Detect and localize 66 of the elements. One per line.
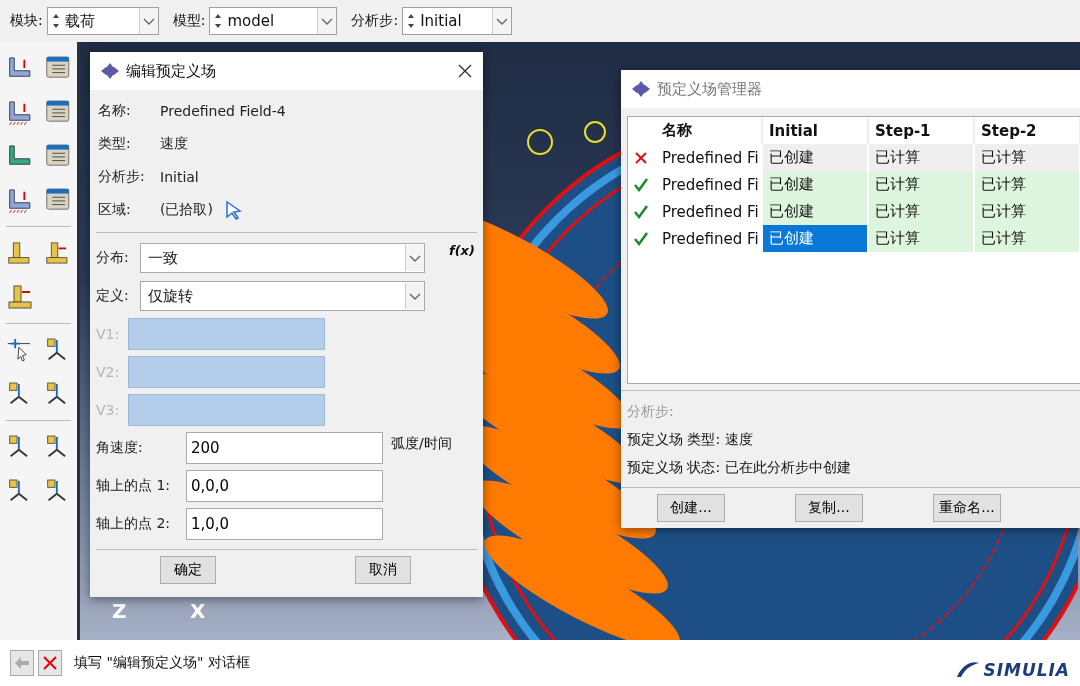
info-label: 名称:: [98, 101, 132, 120]
cancel-button[interactable]: [38, 650, 62, 676]
info-label: 类型:: [98, 134, 132, 153]
dialog-button[interactable]: 确定: [160, 556, 216, 584]
input-field[interactable]: 1,0,0: [186, 508, 383, 540]
info-value: (已拾取): [160, 200, 213, 219]
field-label: 角速度:: [96, 439, 144, 457]
table-cell[interactable]: 已创建: [763, 171, 869, 198]
axis-label: X: [190, 599, 206, 623]
distribution-select[interactable]: 一致: [140, 243, 425, 273]
info-value: Predefined Field-4: [160, 102, 286, 119]
table-cell[interactable]: 已计算: [869, 225, 975, 252]
close-icon[interactable]: [457, 63, 473, 79]
table-cell[interactable]: Predefined Fi: [656, 144, 763, 171]
table-cell[interactable]: 已创建: [763, 225, 869, 252]
context-combo-box[interactable]: Initial: [402, 7, 513, 35]
pick-cursor-icon[interactable]: [224, 199, 243, 220]
table-cell[interactable]: 已计算: [975, 144, 1080, 171]
app-icon: [631, 80, 651, 98]
axis-label: Z: [112, 599, 127, 623]
field-label: 模块:: [10, 12, 43, 30]
prompt-text: 填写 "编辑预定义场" 对话框: [74, 654, 251, 672]
back-arrow-icon: [14, 656, 30, 670]
dialog-title: 预定义场管理器: [657, 79, 763, 99]
dialog-title: 编辑预定义场: [126, 61, 217, 81]
manager-button[interactable]: 创建...: [657, 494, 725, 522]
table-cell[interactable]: Predefined Fi: [656, 225, 763, 252]
info-value: 速度: [160, 134, 188, 153]
table-cell[interactable]: Predefined Fi: [656, 171, 763, 198]
info-value: Initial: [160, 168, 199, 185]
field-label: V3:: [96, 402, 121, 418]
context-combo-box[interactable]: 载荷: [46, 7, 159, 35]
table-cell[interactable]: 已计算: [975, 198, 1080, 225]
info-label: 分析步:: [98, 167, 146, 186]
field-label: 分析步:: [351, 12, 399, 30]
field-label: V2:: [96, 364, 121, 380]
table-cell[interactable]: 已计算: [869, 144, 975, 171]
field-label: 轴上的点 1:: [96, 477, 172, 495]
context-combo-box[interactable]: model: [209, 7, 338, 35]
table-cell[interactable]: 已计算: [975, 225, 1080, 252]
table-cell[interactable]: 已计算: [975, 171, 1080, 198]
dialog-button[interactable]: 取消: [355, 556, 411, 584]
info-text: 预定义场 状态: 已在此分析步中创建: [626, 458, 852, 477]
input-field[interactable]: 200: [186, 432, 383, 464]
close-icon: [42, 655, 58, 671]
unit-label: 弧度/时间: [391, 435, 452, 453]
field-label: 轴上的点 2:: [96, 515, 172, 533]
field-label: V1:: [96, 326, 121, 342]
manager-button[interactable]: 复制...: [795, 494, 863, 522]
table-cell[interactable]: 已创建: [763, 198, 869, 225]
field-label: 模型:: [172, 12, 206, 30]
table-cell[interactable]: Predefined Fi: [656, 198, 763, 225]
info-text: 预定义场 类型: 速度: [626, 430, 754, 449]
table-cell[interactable]: 已创建: [763, 144, 869, 171]
step-label: 分析步:: [626, 402, 675, 421]
table-cell[interactable]: 已计算: [869, 198, 975, 225]
table-cell[interactable]: 已计算: [869, 171, 975, 198]
logo-text: SIMULIA: [983, 660, 1070, 680]
field-label: 定义:: [96, 287, 130, 305]
function-button[interactable]: f(x): [449, 243, 475, 258]
info-label: 区域:: [98, 200, 132, 219]
field-label: 分布:: [96, 249, 130, 267]
manager-button[interactable]: 重命名...: [933, 494, 1001, 522]
input-field[interactable]: 0,0,0: [186, 470, 383, 502]
app-icon: [100, 62, 120, 80]
definition-select[interactable]: 仅旋转: [140, 281, 425, 311]
